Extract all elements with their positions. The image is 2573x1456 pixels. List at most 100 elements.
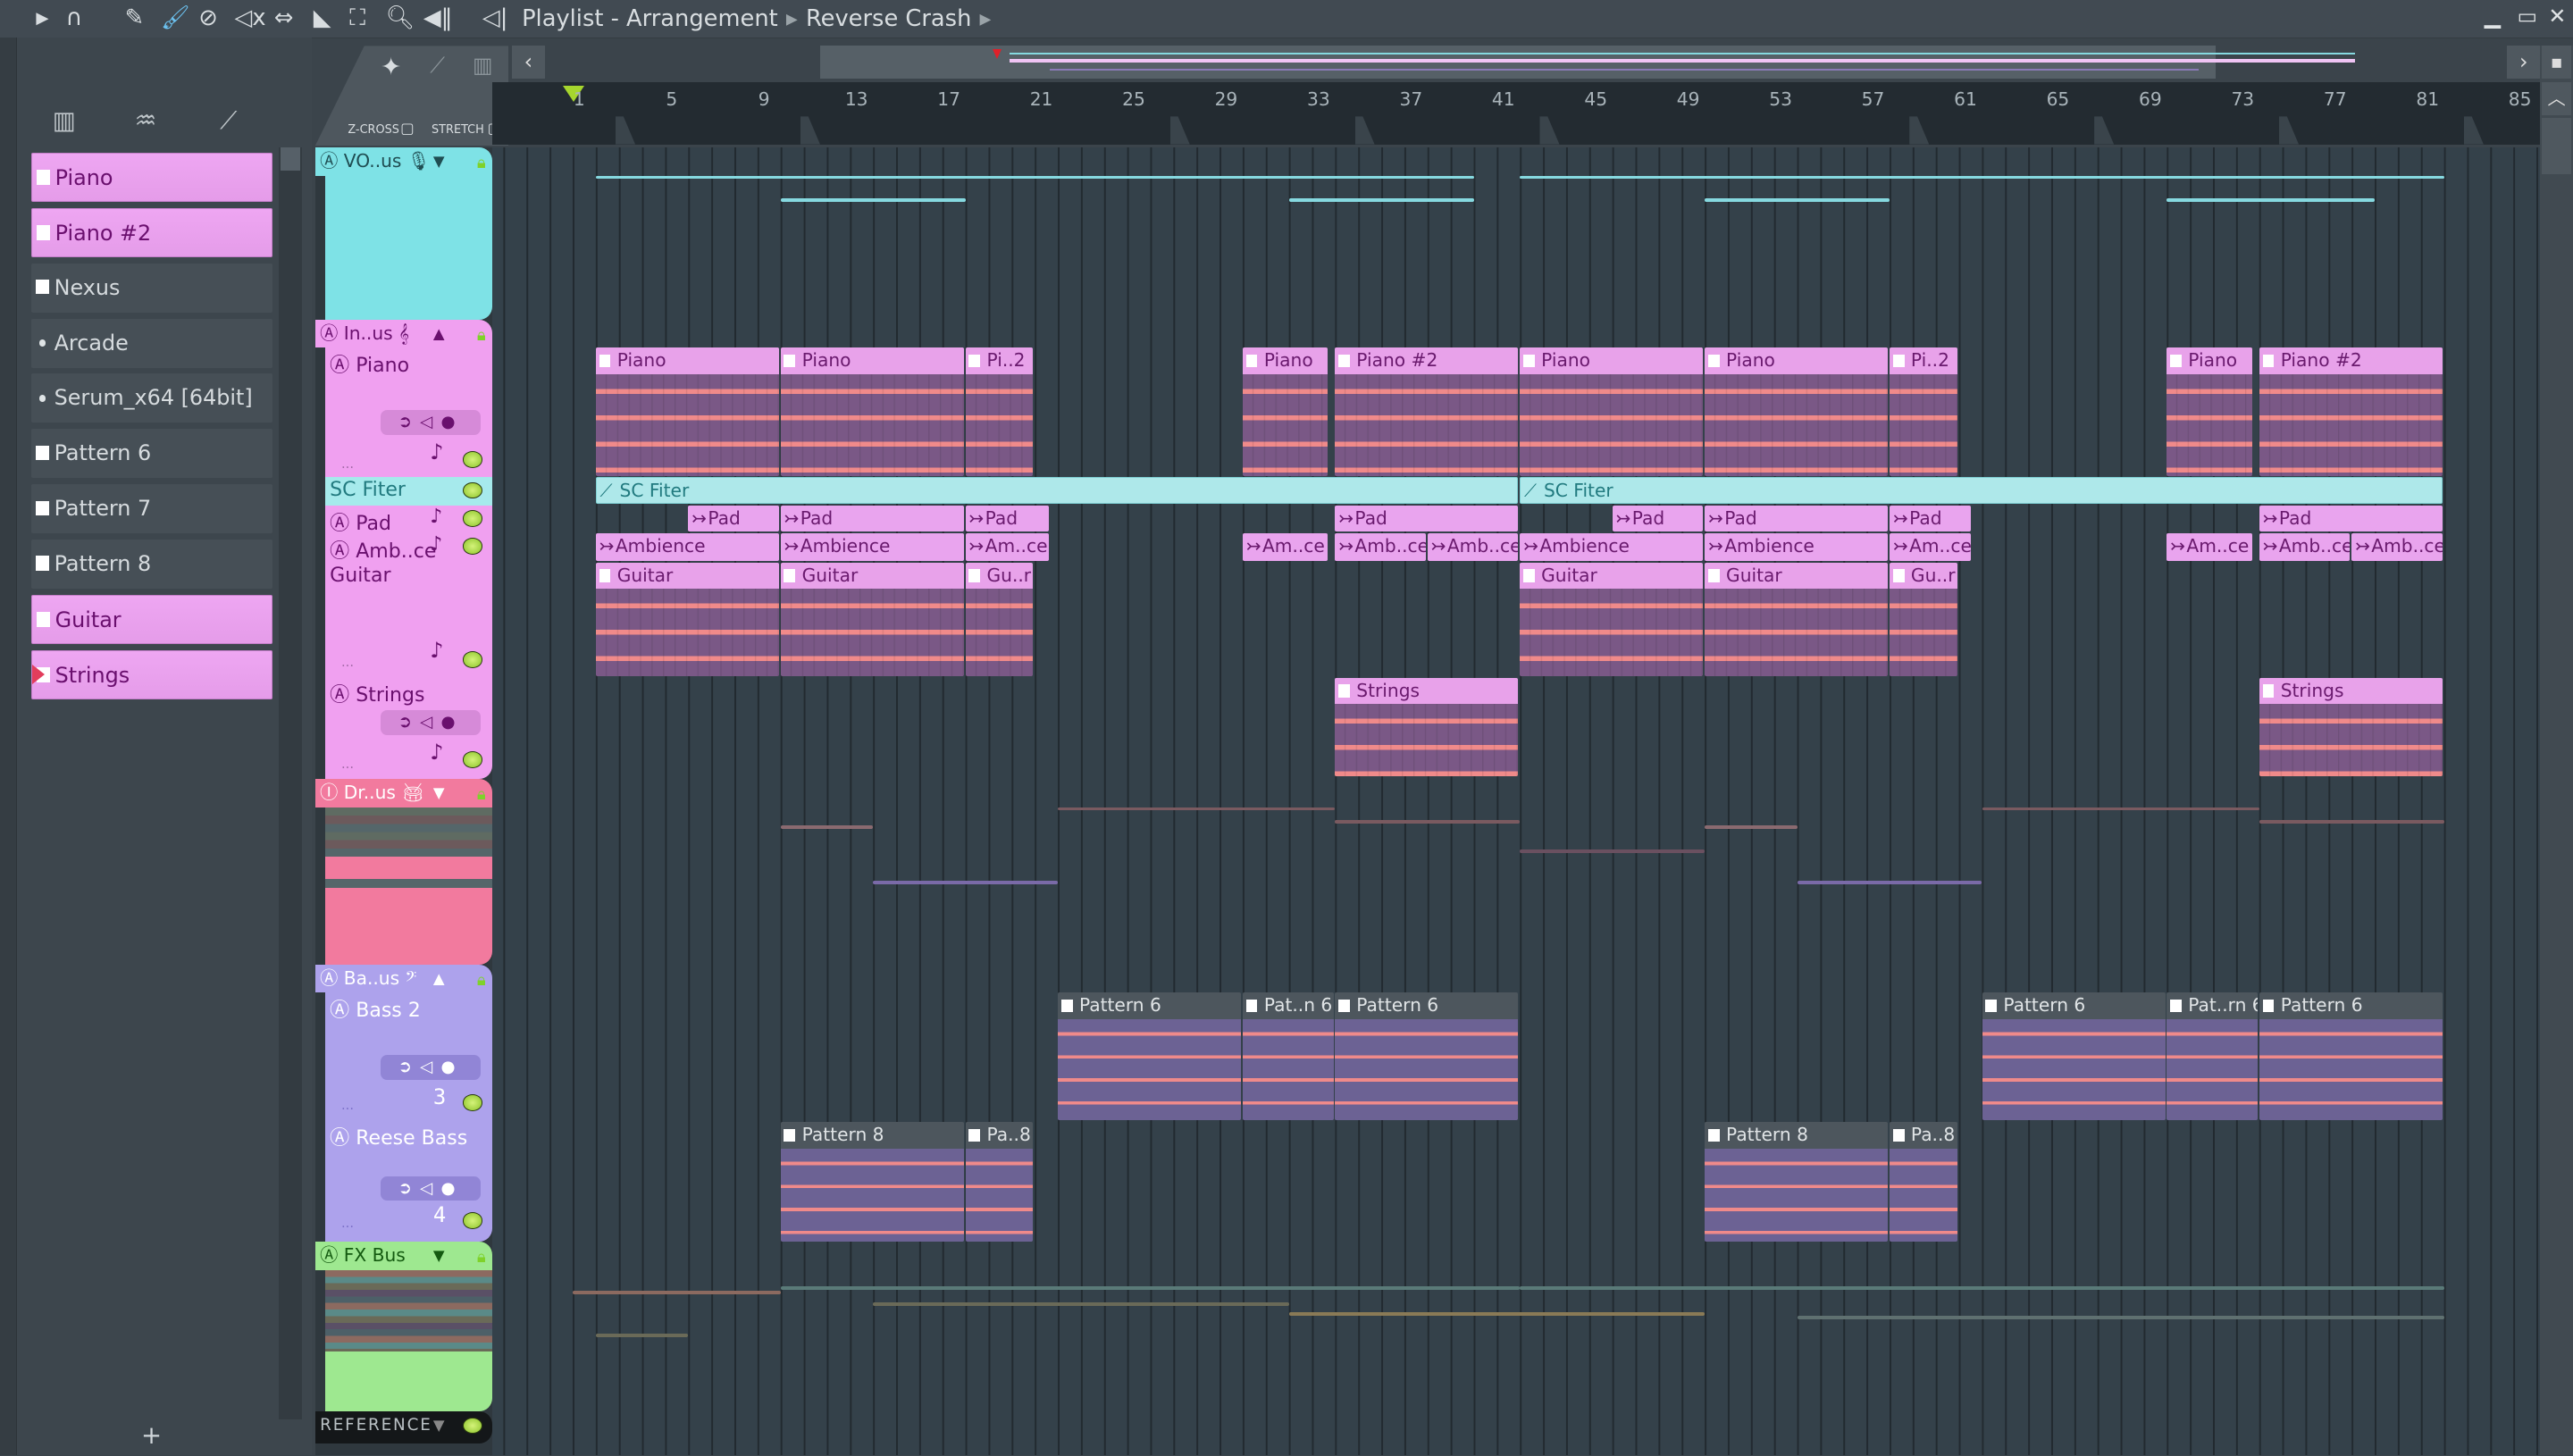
clip-reese[interactable]: Pa..8: [1890, 1122, 1957, 1243]
arrangement-overview[interactable]: [820, 46, 2355, 79]
pattern-list-item[interactable]: Strings: [30, 649, 272, 699]
track-enable-led[interactable]: [462, 751, 483, 768]
bar-number[interactable]: 41: [1492, 88, 1515, 110]
clip-amb[interactable]: ↣ Amb..ce: [1335, 532, 1426, 562]
track-controls[interactable]: ➲◁●: [381, 1176, 482, 1201]
lock-icon[interactable]: 🔒︎: [477, 1243, 486, 1271]
clip-guitar[interactable]: Gu..r: [965, 562, 1034, 676]
pattern-list-item[interactable]: Nexus: [30, 263, 272, 313]
track-name[interactable]: Ⓐ Strings: [330, 679, 424, 707]
speaker-icon[interactable]: ◁: [420, 413, 440, 431]
track-more-dots[interactable]: ...: [341, 456, 354, 472]
scrollbar-thumb[interactable]: [2542, 118, 2572, 174]
clip-header[interactable]: Pattern 6: [1058, 992, 1242, 1019]
zcross-toggle[interactable]: ▢: [400, 120, 415, 137]
track-sc-filter[interactable]: SC Fiter: [324, 477, 492, 506]
lock-icon[interactable]: 🔒︎: [477, 966, 486, 994]
paint-brush-icon[interactable]: 🖌: [161, 4, 190, 31]
maximize-icon[interactable]: ▭: [2517, 4, 2537, 29]
speaker-icon[interactable]: ◁: [420, 1058, 440, 1076]
clip-amb[interactable]: ↣ Amb..ce: [1427, 532, 1519, 562]
clip-bass2[interactable]: Pattern 6: [2259, 992, 2443, 1121]
clip-header[interactable]: Pat..rn 6: [2167, 992, 2258, 1019]
time-marker[interactable]: [1539, 116, 1560, 145]
lock-icon[interactable]: 🔒︎: [477, 322, 486, 349]
clip-reese[interactable]: Pa..8: [965, 1122, 1034, 1243]
delete-icon[interactable]: ⊘: [198, 4, 218, 31]
clip-bass2[interactable]: Pattern 6: [1982, 992, 2166, 1121]
pattern-list-item[interactable]: Arcade: [30, 318, 272, 368]
record-icon[interactable]: ●: [440, 1179, 463, 1198]
timeline-ruler[interactable]: 1 5 9 13 17 21 25 29 33 37 41 45 49 53 57 61 65 69 73 77 81 8…: [492, 81, 2541, 145]
bar-number[interactable]: 61: [1954, 88, 1977, 110]
pattern-list-item[interactable]: Pattern 6: [30, 429, 272, 479]
audio-clip-waveform[interactable]: [1520, 1285, 2444, 1290]
clip-header[interactable]: Piano #2: [1335, 347, 1519, 374]
time-marker[interactable]: [1169, 116, 1190, 145]
track-group-instruments[interactable]: Ⓐ In..us 𝄞 ▲ 🔒︎ Ⓐ Piano ➲◁● ♪ ... SC Fiter…: [314, 320, 492, 780]
clip-strings[interactable]: Strings: [1335, 677, 1519, 776]
audio-clip-waveform[interactable]: [1288, 1312, 1706, 1317]
audio-clip-waveform[interactable]: [1705, 824, 1798, 829]
clip-header[interactable]: Strings: [2259, 677, 2443, 704]
track-enable-led[interactable]: [462, 510, 483, 527]
clip-amb[interactable]: ↣ Am..ce: [1890, 532, 1972, 562]
bar-number[interactable]: 45: [1584, 88, 1607, 110]
pattern-list-item[interactable]: Pattern 7: [30, 484, 272, 534]
clip-piano[interactable]: Piano: [780, 347, 964, 476]
audio-clip-waveform[interactable]: [595, 175, 1474, 180]
bar-number[interactable]: 13: [845, 88, 868, 110]
clip-header[interactable]: Guitar: [595, 562, 779, 590]
clip-header[interactable]: Pi..2: [1890, 347, 1957, 374]
clip-piano[interactable]: Piano: [1242, 347, 1328, 476]
track-controls[interactable]: ➲◁●: [381, 1054, 482, 1080]
audio-clip-waveform[interactable]: [780, 824, 874, 829]
track-enable-led[interactable]: [462, 1212, 483, 1229]
record-icon[interactable]: ●: [440, 413, 463, 431]
bar-number[interactable]: 1: [574, 88, 585, 110]
audio-clip-waveform[interactable]: [572, 1291, 781, 1295]
track-name[interactable]: Ⓐ Reese Bass: [330, 1122, 467, 1151]
lock-icon[interactable]: 🔒︎: [477, 149, 486, 177]
audio-clip-waveform[interactable]: [1982, 807, 2259, 811]
track-more-dots[interactable]: ...: [341, 655, 354, 670]
clip-amb[interactable]: ↣ Ambience: [1520, 532, 1704, 562]
close-icon[interactable]: ✕: [2548, 4, 2566, 29]
input-icon[interactable]: ➲: [398, 713, 421, 732]
time-marker[interactable]: [2279, 116, 2300, 145]
track-more-dots[interactable]: ...: [341, 757, 354, 772]
clip-guitar[interactable]: Guitar: [1705, 562, 1889, 676]
clip-header[interactable]: Piano: [1242, 347, 1328, 374]
audio-clip-waveform[interactable]: [1705, 198, 1890, 202]
clip-header[interactable]: Guitar: [1520, 562, 1704, 590]
bar-number[interactable]: 9: [758, 88, 770, 110]
clip-header[interactable]: Pat..n 6: [1242, 992, 1334, 1019]
audio-clip-waveform[interactable]: [1058, 807, 1336, 811]
track-controls[interactable]: ➲◁●: [381, 410, 482, 435]
audio-clip-waveform[interactable]: [873, 881, 1059, 884]
bar-number[interactable]: 17: [937, 88, 960, 110]
clip-header[interactable]: Gu..r: [1890, 562, 1957, 590]
clip-guitar[interactable]: Guitar: [1520, 562, 1704, 676]
expand-arrow-icon[interactable]: ▲: [433, 965, 445, 992]
pattern-list-item[interactable]: Pattern 8: [30, 540, 272, 590]
speaker-icon[interactable]: ◁: [420, 1179, 440, 1198]
clip-amb[interactable]: ↣ Ambience: [780, 532, 964, 562]
track-enable-led[interactable]: [462, 651, 483, 668]
track-name[interactable]: Ⓐ Bass 2: [330, 994, 421, 1023]
clip-header[interactable]: Pattern 6: [1982, 992, 2166, 1019]
audio-clip-waveform[interactable]: [595, 1334, 689, 1337]
clip-piano[interactable]: Piano #2: [1335, 347, 1519, 476]
clip-piano[interactable]: Piano #2: [2259, 347, 2443, 476]
audio-clip-waveform[interactable]: [2259, 820, 2444, 824]
collapse-arrow-icon[interactable]: ▼: [433, 779, 445, 807]
piano-roll-icon[interactable]: ▥: [473, 53, 493, 78]
clip-amb[interactable]: ↣ Ambience: [595, 532, 779, 562]
speaker-icon[interactable]: ◁: [420, 713, 440, 732]
time-marker[interactable]: [616, 116, 636, 145]
clip-header[interactable]: Piano: [595, 347, 779, 374]
audio-clip-waveform[interactable]: [2167, 198, 2376, 202]
clip-piano[interactable]: Pi..2: [965, 347, 1034, 476]
track-group-header[interactable]: Ⓐ In..us 𝄞 ▲ 🔒︎: [315, 320, 492, 347]
input-icon[interactable]: ➲: [398, 1058, 421, 1076]
